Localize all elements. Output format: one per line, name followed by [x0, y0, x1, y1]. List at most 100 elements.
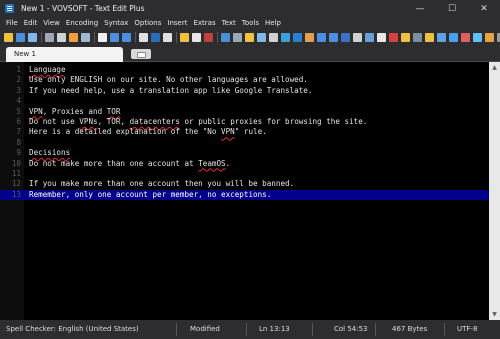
editor-line[interactable]: 12 If you make more than one account then… [0, 179, 489, 189]
spell-checker-status[interactable]: Spell Checker: English (United States) [6, 320, 139, 339]
menu-syntax[interactable]: Syntax [101, 19, 131, 27]
editor-line[interactable]: 11 [0, 169, 489, 179]
toolbar-icon[interactable] [4, 32, 13, 42]
toolbar-icon[interactable] [69, 32, 78, 42]
menu-insert[interactable]: Insert [164, 19, 190, 27]
text-segment: If you make more than one account then y… [29, 179, 295, 189]
editor-line[interactable]: 7 Here is a detailed explanation of the "… [0, 127, 489, 137]
toolbar-icon[interactable] [401, 32, 410, 42]
toolbar-icon[interactable] [425, 32, 434, 42]
menu-edit[interactable]: Edit [21, 19, 41, 27]
misspelled-word: TeamOS [198, 158, 226, 168]
new-tab-button[interactable] [131, 49, 151, 59]
toolbar-icon[interactable] [45, 32, 54, 42]
vertical-scrollbar[interactable]: ▲ ▼ [489, 62, 500, 320]
app-icon [5, 4, 14, 13]
toolbar-icon[interactable] [437, 32, 446, 42]
misspelled-word: Language [29, 65, 66, 74]
toolbar-icon[interactable] [341, 32, 350, 42]
toolbar-icon[interactable] [353, 32, 362, 42]
menu-text[interactable]: Text [219, 19, 239, 27]
toolbar-icon[interactable] [151, 32, 160, 42]
toolbar-icon[interactable] [221, 32, 230, 42]
toolbar-separator [135, 31, 136, 43]
line-number: 7 [16, 127, 21, 137]
text-segment: , Proxies and [42, 106, 107, 116]
editor-line[interactable]: 2 Use only ENGLISH on our site. No other … [0, 75, 489, 85]
toolbar-icon[interactable] [317, 32, 326, 42]
line-text: Use only ENGLISH on our site. No other l… [29, 75, 308, 85]
encoding-status[interactable]: UTF-8 [457, 320, 477, 339]
toolbar-icon[interactable] [122, 32, 131, 42]
toolbar-icon[interactable] [365, 32, 374, 42]
close-button[interactable]: ✕ [468, 0, 500, 17]
line-text: Do not use VPNs, TOR, datacenters or pub… [29, 117, 367, 127]
editor-line[interactable]: 10 Do not make more than one account at T… [0, 159, 489, 169]
toolbar [0, 29, 500, 45]
text-segment: " rule. [234, 127, 267, 137]
editor-line[interactable]: 5 VPN, Proxies and TOR [0, 107, 489, 117]
toolbar-icon[interactable] [485, 32, 494, 42]
text-segment: Here is a detailed explanation of the "N… [29, 127, 222, 137]
toolbar-icon[interactable] [257, 32, 266, 42]
toolbar-icon[interactable] [473, 32, 482, 42]
toolbar-icon[interactable] [413, 32, 422, 42]
menu-help[interactable]: Help [262, 19, 284, 27]
editor-line[interactable]: 9 Decisions [0, 148, 489, 158]
toolbar-icon[interactable] [81, 32, 90, 42]
text-segment: Do not use [29, 117, 80, 126]
toolbar-separator [94, 31, 95, 43]
maximize-button[interactable]: ☐ [436, 0, 468, 17]
toolbar-icon[interactable] [192, 32, 201, 42]
line-number: 2 [16, 75, 21, 85]
toolbar-icon[interactable] [293, 32, 302, 42]
tab-bar: New 1 [0, 45, 500, 62]
line-number: 1 [16, 65, 21, 74]
misspelled-word: Decisions [29, 148, 71, 158]
editor-area[interactable]: 1 Language 2 Use only ENGLISH on our site. … [0, 62, 500, 320]
toolbar-icon[interactable] [305, 32, 314, 42]
menu-view[interactable]: View [40, 19, 63, 27]
toolbar-icon[interactable] [389, 32, 398, 42]
editor-line[interactable]: 3 If you need help, use a translation app… [0, 86, 489, 96]
toolbar-icon[interactable] [461, 32, 470, 42]
toolbar-icon[interactable] [163, 32, 172, 42]
line-number: 12 [11, 179, 21, 189]
toolbar-icon[interactable] [28, 32, 37, 42]
line-number: 11 [11, 169, 21, 178]
toolbar-icon[interactable] [180, 32, 189, 42]
toolbar-icon[interactable] [110, 32, 119, 42]
toolbar-icon[interactable] [98, 32, 107, 42]
toolbar-icon[interactable] [245, 32, 254, 42]
toolbar-icon[interactable] [377, 32, 386, 42]
toolbar-icon[interactable] [449, 32, 458, 42]
editor-line[interactable]: 6 Do not use VPNs, TOR, datacenters or pu… [0, 117, 489, 127]
menu-file[interactable]: File [0, 19, 21, 27]
editor-line[interactable]: 4 [0, 96, 489, 106]
toolbar-icon[interactable] [204, 32, 213, 42]
menu-bar: File Edit View Encoding Syntax Options Insert E… [0, 17, 500, 29]
scroll-down-icon[interactable]: ▼ [489, 309, 500, 320]
scroll-up-icon[interactable]: ▲ [489, 62, 500, 73]
tab-new-1[interactable]: New 1 [6, 47, 123, 62]
misspelled-word: datacenters [129, 117, 180, 126]
editor-line[interactable]: 1 Language [0, 65, 489, 75]
line-text: If you make more than one account then y… [29, 179, 294, 189]
menu-encoding[interactable]: Encoding [63, 19, 101, 27]
toolbar-icon[interactable] [57, 32, 66, 42]
toolbar-icon[interactable] [329, 32, 338, 42]
toolbar-icon[interactable] [269, 32, 278, 42]
toolbar-icon[interactable] [233, 32, 242, 42]
minimize-button[interactable]: — [404, 0, 436, 17]
editor-line[interactable]: 8 [0, 138, 489, 148]
menu-tools[interactable]: Tools [239, 19, 262, 27]
toolbar-icon[interactable] [16, 32, 25, 42]
toolbar-icon[interactable] [139, 32, 148, 42]
toolbar-icon[interactable] [281, 32, 290, 42]
text-segment: or public proxies for browsing the site. [179, 117, 368, 126]
menu-options[interactable]: Options [131, 19, 164, 27]
editor-line[interactable]: 13 Remember, only one account per member,… [0, 189, 489, 201]
menu-extras[interactable]: Extras [190, 19, 218, 27]
misspelled-word: VPN [29, 106, 43, 116]
toolbar-separator [41, 31, 42, 43]
